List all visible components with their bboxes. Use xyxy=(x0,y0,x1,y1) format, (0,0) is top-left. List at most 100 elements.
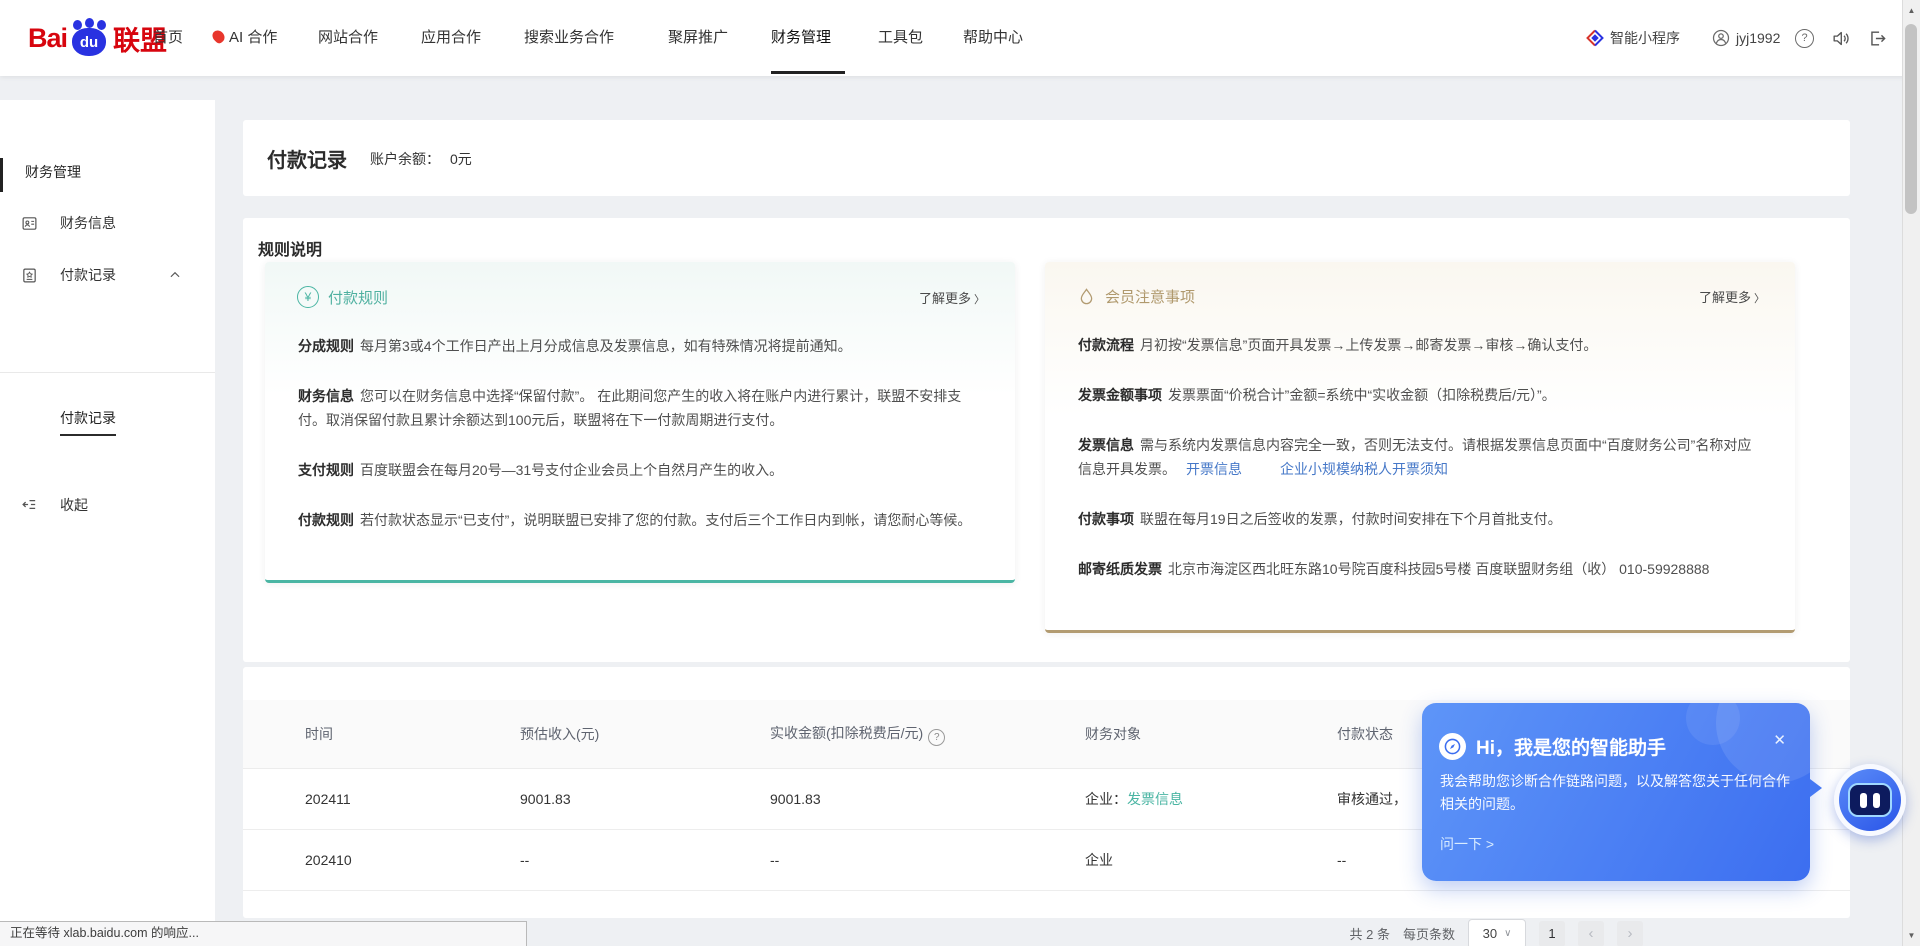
miniprogram-entry[interactable]: 智能小程序 xyxy=(1586,0,1680,76)
sidebar: 财务管理 财务信息 付款记录 付款记录 收起 xyxy=(0,100,215,946)
chevron-down-icon: ∨ xyxy=(1504,928,1511,939)
sidebar-subitem-payment-record[interactable]: 付款记录 xyxy=(60,408,116,436)
collapse-icon xyxy=(21,496,39,514)
nav-finance-management[interactable]: 财务管理 xyxy=(771,0,831,76)
flame-icon xyxy=(210,28,227,45)
chevron-right-icon: 〉 xyxy=(974,294,985,306)
account-balance: 账户余额：0元 xyxy=(370,149,472,169)
invoice-info-table-link[interactable]: 发票信息 xyxy=(1127,791,1183,807)
rule-paragraph: 发票金额事项发票票面“价税合计”金额=系统中“实收金额（扣除税费后/元）”。 xyxy=(1078,383,1763,407)
sidebar-divider xyxy=(0,372,215,373)
nav-help-center[interactable]: 帮助中心 xyxy=(963,0,1023,76)
total-count: 共 2 条 xyxy=(1350,924,1390,943)
cell-time: 202411 xyxy=(305,791,520,807)
browser-status-bar: 正在等待 xlab.baidu.com 的响应... xyxy=(0,921,527,946)
payment-rules-more-link[interactable]: 了解更多〉 xyxy=(919,288,985,307)
assistant-title: Hi，我是您的智能助手 xyxy=(1476,733,1666,760)
cell-actual: 9001.83 xyxy=(770,791,1085,807)
rule-paragraph: 邮寄纸质发票北京市海淀区西北旺东路10号院百度科技园5号楼 百度联盟财务组（收）… xyxy=(1078,557,1763,581)
user-account[interactable]: jyj1992 xyxy=(1712,0,1780,76)
cell-finance-target: 企业 xyxy=(1085,850,1337,870)
page-number-button[interactable]: 1 xyxy=(1539,921,1565,946)
droplet-icon xyxy=(1077,287,1096,306)
col-time: 时间 xyxy=(305,724,520,744)
per-page-label: 每页条数 xyxy=(1403,924,1455,943)
member-notes-panel: 会员注意事项 了解更多〉 付款流程月初按“发票信息”页面开具发票→上传发票→邮寄… xyxy=(1045,262,1795,633)
robot-face-icon xyxy=(1848,783,1892,817)
cell-actual: -- xyxy=(770,852,1085,868)
rule-paragraph: 付款流程月初按“发票信息”页面开具发票→上传发票→邮寄发票→审核→确认支付。 xyxy=(1078,333,1763,357)
sidebar-section-finance[interactable]: 财务管理 xyxy=(25,162,81,182)
miniprogram-diamond-icon xyxy=(1586,29,1604,47)
invoice-info-link[interactable]: 开票信息 xyxy=(1186,461,1242,477)
nav-home[interactable]: 首页 xyxy=(153,0,183,76)
question-circle-icon[interactable]: ? xyxy=(928,729,945,746)
logout-icon xyxy=(1868,29,1887,48)
sidebar-item-finance-info[interactable]: 财务信息 xyxy=(0,206,215,240)
coin-icon: ¥ xyxy=(297,286,319,308)
nav-toolkit[interactable]: 工具包 xyxy=(878,0,923,76)
logo-text-bai: Bai xyxy=(28,23,67,54)
nav-search-coop[interactable]: 搜索业务合作 xyxy=(524,0,614,76)
compass-icon xyxy=(1439,733,1466,760)
nav-app-coop[interactable]: 应用合作 xyxy=(421,0,481,76)
rules-card: 规则说明 ¥ 付款规则 了解更多〉 分成规则每月第3或4个工作日产出上月分成信息… xyxy=(243,218,1850,662)
prev-page-button[interactable]: ‹ xyxy=(1578,921,1604,946)
finance-info-icon xyxy=(20,214,38,232)
balance-value: 0元 xyxy=(450,151,472,167)
col-finance-target: 财务对象 xyxy=(1085,724,1337,744)
sidebar-active-marker xyxy=(0,158,3,192)
chevron-up-icon[interactable] xyxy=(168,268,182,282)
pagination: 共 2 条 每页条数 30∨ 1 ‹ › xyxy=(1243,920,1643,946)
rule-paragraph: 分成规则每月第3或4个工作日产出上月分成信息及发票信息，如有特殊情况将提前通知。 xyxy=(298,334,983,358)
baidu-paw-icon: du xyxy=(69,18,109,58)
rule-paragraph: 付款规则若付款状态显示“已支付”，说明联盟已安排了您的付款。支付后三个工作日内到… xyxy=(298,508,983,532)
baidu-union-logo[interactable]: Bai du 联盟 xyxy=(28,14,167,62)
member-notes-title: 会员注意事项 xyxy=(1105,286,1195,307)
payment-rules-title: 付款规则 xyxy=(328,287,388,308)
payment-rules-panel: ¥ 付款规则 了解更多〉 分成规则每月第3或4个工作日产出上月分成信息及发票信息… xyxy=(265,262,1015,583)
cell-estimated: -- xyxy=(520,852,770,868)
assistant-robot-button[interactable] xyxy=(1834,764,1906,836)
rule-paragraph: 发票信息需与系统内发票信息内容完全一致，否则无法支付。请根据发票信息页面中“百度… xyxy=(1078,433,1763,481)
summary-card: 付款记录 账户余额：0元 xyxy=(243,120,1850,196)
close-icon[interactable]: ✕ xyxy=(1773,731,1786,749)
sidebar-item-payment-record[interactable]: 付款记录 xyxy=(0,258,215,292)
col-estimated-income: 预估收入(元) xyxy=(520,724,770,744)
top-header: Bai du 联盟 首页 AI 合作 网站合作 应用合作 搜索业务合作 聚屏推广… xyxy=(0,0,1920,76)
rule-paragraph: 付款事项联盟在每月19日之后签收的发票，付款时间安排在下个月首批支付。 xyxy=(1078,507,1763,531)
scroll-up-arrow[interactable]: ▲ xyxy=(1903,2,1920,19)
page: Bai du 联盟 首页 AI 合作 网站合作 应用合作 搜索业务合作 聚屏推广… xyxy=(0,0,1920,946)
sidebar-collapse-button[interactable]: 收起 xyxy=(0,490,215,520)
user-icon xyxy=(1712,29,1730,47)
cell-time: 202410 xyxy=(305,852,520,868)
ask-now-link[interactable]: 问一下 > xyxy=(1440,834,1494,854)
col-actual-amount: 实收金额(扣除税费后/元)? xyxy=(770,723,1085,746)
rule-paragraph: 支付规则百度联盟会在每月20号—31号支付企业会员上个自然月产生的收入。 xyxy=(298,458,983,482)
next-page-button[interactable]: › xyxy=(1617,921,1643,946)
speaker-icon xyxy=(1831,29,1850,48)
assistant-message: 我会帮助您诊断合作链路问题，以及解答您关于任何合作相关的问题。 xyxy=(1440,770,1790,816)
scrollbar-thumb[interactable] xyxy=(1905,24,1917,214)
help-button[interactable]: ? xyxy=(1795,0,1814,76)
per-page-select[interactable]: 30∨ xyxy=(1468,919,1526,946)
page-title: 付款记录 xyxy=(267,144,347,173)
active-nav-underline xyxy=(771,71,845,74)
rules-section-title: 规则说明 xyxy=(258,236,322,260)
nav-screen-promo[interactable]: 聚屏推广 xyxy=(668,0,728,76)
popup-pointer xyxy=(1810,779,1822,797)
payment-record-icon xyxy=(20,266,38,284)
small-taxpayer-notice-link[interactable]: 企业小规模纳税人开票须知 xyxy=(1280,461,1448,477)
logout-button[interactable] xyxy=(1868,0,1893,76)
help-icon: ? xyxy=(1795,29,1814,48)
logo-text-du: du xyxy=(69,34,109,51)
scroll-down-arrow[interactable]: ▼ xyxy=(1903,927,1920,944)
nav-website-coop[interactable]: 网站合作 xyxy=(318,0,378,76)
announcement-button[interactable] xyxy=(1831,0,1856,76)
cell-estimated: 9001.83 xyxy=(520,791,770,807)
rule-paragraph: 财务信息您可以在财务信息中选择“保留付款”。 在此期间您产生的收入将在账户内进行… xyxy=(298,384,983,432)
nav-ai-coop[interactable]: AI 合作 xyxy=(213,0,277,76)
chevron-right-icon: 〉 xyxy=(1754,293,1765,305)
member-notes-more-link[interactable]: 了解更多〉 xyxy=(1699,287,1765,306)
assistant-popup: Hi，我是您的智能助手 ✕ 我会帮助您诊断合作链路问题，以及解答您关于任何合作相… xyxy=(1422,703,1810,881)
